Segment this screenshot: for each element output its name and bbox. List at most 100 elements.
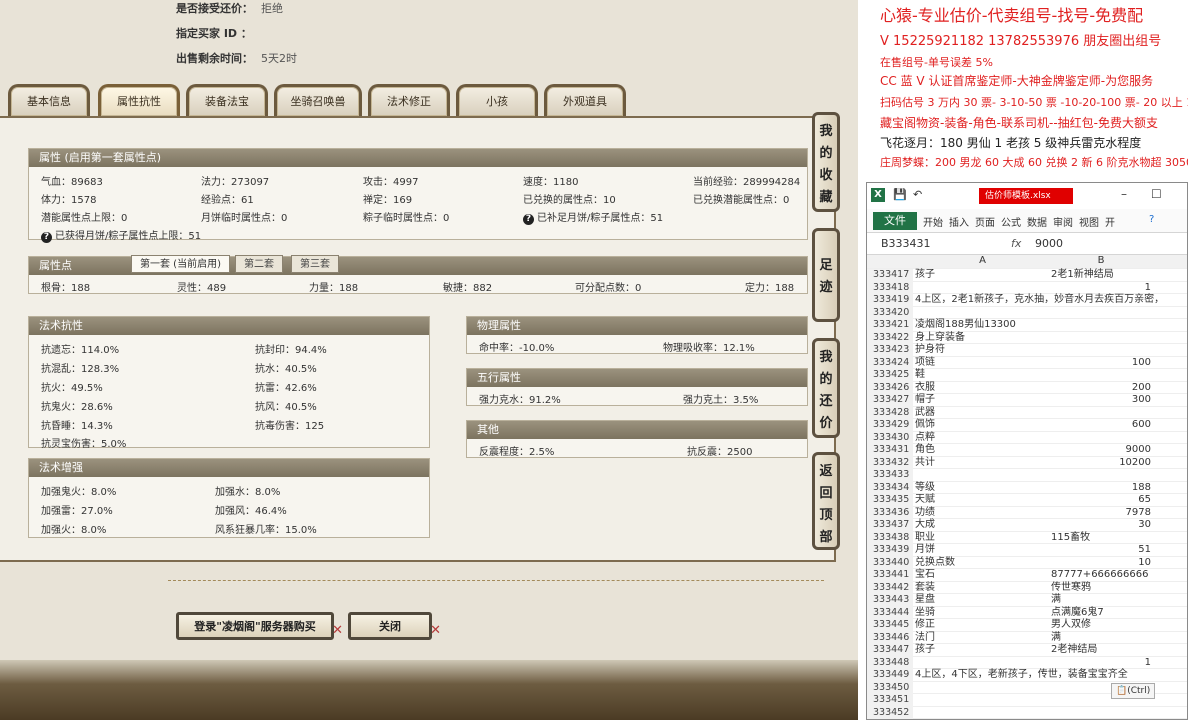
row-number[interactable]: 333432 — [867, 456, 913, 469]
sheet-row[interactable]: 333452 — [867, 706, 1187, 719]
cell-a[interactable]: 佩饰 — [915, 419, 1050, 432]
cell-a[interactable]: 共计 — [915, 457, 1050, 470]
tab-equipment[interactable]: 装备法宝 — [186, 84, 268, 116]
row-number[interactable]: 333425 — [867, 369, 913, 382]
cell-a[interactable]: 孩子 — [915, 644, 1050, 657]
sheet-row[interactable]: 333443 星盘满 — [867, 594, 1187, 607]
sheet-row[interactable]: 333427 帽子 300 — [867, 394, 1187, 407]
cell-a[interactable]: 4上区，2老1新孩子，克水抽，妙音水月去疾百万亲密， — [915, 294, 1164, 307]
cell-a[interactable]: 鞋 — [915, 369, 1050, 382]
ribbon-tab-more[interactable]: 开 — [1105, 214, 1115, 229]
tab-child[interactable]: 小孩 — [456, 84, 538, 116]
subtab-set-1[interactable]: 第一套 (当前启用) — [131, 255, 230, 273]
cell-a[interactable]: 帽子 — [915, 394, 1050, 407]
back-to-top-button[interactable]: 返回顶部 — [812, 452, 840, 550]
close-button[interactable]: 关闭 ✕ — [348, 612, 441, 640]
cell-b[interactable]: 65 — [1051, 494, 1151, 507]
save-icon[interactable]: 💾 — [893, 188, 907, 201]
row-number[interactable]: 333426 — [867, 381, 913, 394]
paste-options-button[interactable]: 📋(Ctrl) — [1111, 683, 1156, 699]
row-number[interactable]: 333452 — [867, 706, 913, 719]
cell-b[interactable]: 点满魔6鬼7 — [1051, 607, 1151, 620]
subtab-set-2[interactable]: 第二套 — [235, 255, 283, 273]
row-number[interactable]: 333440 — [867, 556, 913, 569]
sheet-row[interactable]: 333433 — [867, 469, 1187, 482]
sheet-row[interactable]: 333432 共计 10200 — [867, 456, 1187, 470]
row-number[interactable]: 333447 — [867, 644, 913, 657]
sheet-row[interactable]: 333446 法门满 — [867, 631, 1187, 645]
sheet-row[interactable]: 333422 身上穿装备 — [867, 331, 1187, 345]
cell-a[interactable]: 孩子 — [915, 269, 1050, 282]
cell-a[interactable]: 天赋 — [915, 494, 1050, 507]
ribbon-tab-insert[interactable]: 插入 — [949, 214, 969, 229]
cell-a[interactable]: 4上区，4下区，老新孩子，传世，装备宝宝齐全 — [915, 669, 1128, 682]
ribbon-tab-layout[interactable]: 页面 — [975, 214, 995, 229]
cell-a[interactable]: 护身符 — [915, 344, 1050, 357]
cell-b[interactable]: 2老神结局 — [1051, 644, 1151, 657]
sheet-row[interactable]: 333448 1 — [867, 656, 1187, 670]
sheet-row[interactable]: 333444 坐骑 点满魔6鬼7 — [867, 606, 1187, 620]
sheet-row[interactable]: 333439 月饼 51 — [867, 544, 1187, 557]
undo-icon[interactable]: ↶ — [913, 188, 922, 201]
sheet-row[interactable]: 333440 兑换点数 10 — [867, 556, 1187, 570]
cell-a[interactable]: 身上穿装备 — [915, 332, 1050, 345]
sheet-row[interactable]: 333424 项链 100 — [867, 356, 1187, 369]
sheet-row[interactable]: 333426 衣服 200 — [867, 381, 1187, 394]
row-number[interactable]: 333442 — [867, 581, 913, 594]
row-number[interactable]: 333427 — [867, 394, 913, 407]
sheet-row[interactable]: 333428 武器 — [867, 406, 1187, 420]
cell-b[interactable]: 300 — [1051, 394, 1151, 407]
cell-a[interactable]: 大成 — [915, 519, 1050, 532]
sheet-row[interactable]: 333423 护身符 — [867, 344, 1187, 357]
name-box[interactable]: B333431 — [881, 233, 931, 254]
cell-a[interactable]: 武器 — [915, 407, 1050, 420]
my-counter-offer-button[interactable]: 我的还价 — [812, 338, 840, 438]
minimize-icon[interactable]: – — [1121, 187, 1127, 201]
cell-b[interactable]: 30 — [1051, 519, 1151, 532]
cell-a[interactable]: 角色 — [915, 444, 1050, 457]
column-header-b[interactable]: B — [1051, 255, 1151, 268]
cell-a[interactable]: 月饼 — [915, 544, 1050, 557]
sheet-grid[interactable]: 333417 孩子 2老1新神结局 333418 1 333419 4上区，2老1新孩子，克… — [867, 269, 1187, 719]
row-number[interactable]: 333419 — [867, 294, 913, 307]
cell-b[interactable]: 满 — [1051, 594, 1151, 607]
sheet-row[interactable]: 333430 点粹 — [867, 431, 1187, 444]
help-icon[interactable]: ? — [523, 214, 534, 225]
formula-input[interactable]: 9000 — [1035, 233, 1063, 254]
row-number[interactable]: 333418 — [867, 281, 913, 294]
row-number[interactable]: 333429 — [867, 419, 913, 432]
cell-b[interactable]: 2老1新神结局 — [1051, 269, 1151, 282]
cell-b[interactable]: 1 — [1051, 282, 1151, 295]
ribbon-tab-review[interactable]: 审阅 — [1053, 214, 1073, 229]
maximize-icon[interactable]: ☐ — [1151, 187, 1162, 201]
sheet-row[interactable]: 333429 佩饰 600 — [867, 419, 1187, 432]
cell-b[interactable]: 传世寒鸦 — [1051, 582, 1151, 595]
cell-b[interactable]: 7978 — [1051, 507, 1151, 520]
cell-a[interactable]: 修正 — [915, 619, 1050, 632]
row-number[interactable]: 333446 — [867, 631, 913, 644]
cell-a[interactable]: 等级 — [915, 482, 1050, 495]
row-number[interactable]: 333420 — [867, 306, 913, 319]
sheet-row[interactable]: 333431 角色 9000 — [867, 444, 1187, 457]
sheet-row[interactable]: 333447 孩子 2老神结局 — [867, 644, 1187, 657]
sheet-row[interactable]: 333438 职业 115畜牧 — [867, 531, 1187, 544]
cell-b[interactable]: 男人双修 — [1051, 619, 1151, 632]
tab-basic-info[interactable]: 基本信息 — [8, 84, 90, 116]
cell-a[interactable]: 兑换点数 — [915, 557, 1050, 570]
sheet-row[interactable]: 333425 鞋 — [867, 369, 1187, 382]
sheet-row[interactable]: 333442 套装 传世寒鸦 — [867, 581, 1187, 595]
row-number[interactable]: 333435 — [867, 494, 913, 507]
cell-b[interactable]: 1 — [1051, 657, 1151, 670]
my-favorites-button[interactable]: 我的收藏 — [812, 112, 840, 212]
cell-b[interactable]: 87777+666666666 — [1051, 569, 1151, 582]
row-number[interactable]: 333444 — [867, 606, 913, 619]
row-number[interactable]: 333451 — [867, 694, 913, 707]
tab-attributes[interactable]: 属性抗性 — [98, 84, 180, 116]
sheet-row[interactable]: 333437 大成 30 — [867, 519, 1187, 532]
ribbon-tab-view[interactable]: 视图 — [1079, 214, 1099, 229]
row-number[interactable]: 333417 — [867, 269, 913, 282]
row-number[interactable]: 333430 — [867, 431, 913, 444]
cell-b[interactable]: 满 — [1051, 632, 1151, 645]
sheet-row[interactable]: 333435 天赋 65 — [867, 494, 1187, 507]
sheet-row[interactable]: 333449 4上区，4下区，老新孩子，传世，装备宝宝齐全 — [867, 669, 1187, 682]
